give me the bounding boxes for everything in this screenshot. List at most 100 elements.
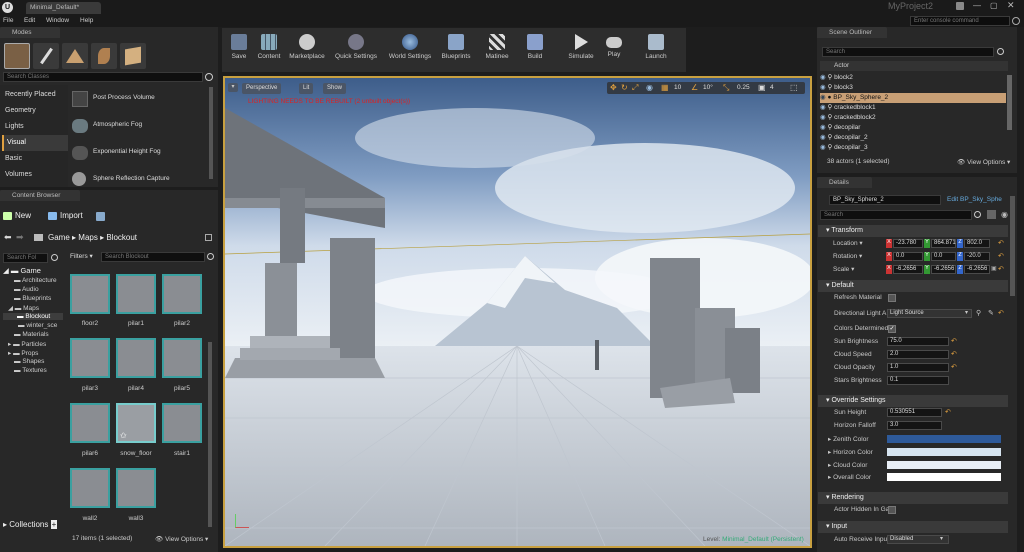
view-options-button[interactable]: 👁 View Options ▾ bbox=[155, 535, 208, 543]
location-z-field[interactable]: 802.0 bbox=[964, 239, 990, 248]
search-icon[interactable] bbox=[207, 253, 214, 260]
outliner-row-selected[interactable]: ◉ ● BP_Sky_Sphere_2 bbox=[820, 93, 1006, 103]
section-override-settings[interactable]: ▾ Override Settings bbox=[818, 395, 1008, 407]
grid-snap-value[interactable]: 10 bbox=[674, 84, 681, 91]
tree-item-maps[interactable]: ◢ ▬ Maps bbox=[8, 304, 39, 312]
tree-item-particles[interactable]: ▸ ▬ Particles bbox=[8, 340, 46, 348]
quick-settings-button[interactable]: Quick Settings bbox=[331, 30, 381, 60]
rotation-z-field[interactable]: -20.0 bbox=[964, 252, 990, 261]
asset-wall2[interactable] bbox=[70, 468, 110, 508]
scrollbar[interactable] bbox=[208, 342, 212, 527]
viewport[interactable]: ▾ Perspective Lit Show LIGHTING NEEDS TO… bbox=[223, 76, 812, 548]
scale-z-field[interactable]: -6.2656 bbox=[964, 265, 990, 274]
zenith-color-swatch[interactable] bbox=[887, 435, 1001, 443]
asset-floor2[interactable] bbox=[70, 274, 110, 314]
camera-speed-value[interactable]: 4 bbox=[770, 84, 774, 91]
search-icon[interactable] bbox=[51, 254, 58, 261]
sun-brightness-field[interactable]: 75.0 bbox=[887, 337, 949, 346]
rotation-x-field[interactable]: 0.0 bbox=[893, 252, 923, 261]
asset-pilar1[interactable] bbox=[116, 274, 156, 314]
translate-icon[interactable]: ✥ bbox=[610, 83, 617, 92]
lock-icon[interactable]: ▣ bbox=[991, 265, 997, 272]
eyedropper-icon[interactable]: ✎ bbox=[988, 309, 994, 317]
directional-light-dropdown[interactable]: Light Source bbox=[887, 309, 972, 318]
location-x-field[interactable]: -23.780 bbox=[893, 239, 923, 248]
asset-pilar2[interactable] bbox=[162, 274, 202, 314]
overall-color-swatch[interactable] bbox=[887, 473, 1001, 481]
cloud-speed-field[interactable]: 2.0 bbox=[887, 350, 949, 359]
chevron-down-icon[interactable]: ▾ bbox=[965, 309, 968, 316]
tree-item-props[interactable]: ▸ ▬ Props bbox=[8, 349, 38, 357]
rotation-snap-value[interactable]: 10° bbox=[703, 84, 713, 91]
refresh-material-checkbox[interactable] bbox=[888, 294, 896, 302]
rotation-snap-icon[interactable]: ∠ bbox=[691, 83, 698, 92]
outliner-scrollbar[interactable] bbox=[1007, 75, 1012, 130]
modes-tab[interactable]: Modes bbox=[0, 27, 60, 38]
asset-search-input[interactable]: Search Blockout bbox=[101, 252, 205, 262]
play-button[interactable]: Play bbox=[595, 30, 633, 58]
content-browser-tab[interactable]: Content Browser bbox=[0, 190, 80, 201]
mode-landscape-icon[interactable] bbox=[62, 43, 88, 69]
lit-button[interactable]: Lit bbox=[299, 83, 314, 94]
viewport-options-button[interactable]: ▾ bbox=[228, 83, 238, 92]
category-recently-placed[interactable]: Recently Placed bbox=[2, 87, 68, 103]
place-item-sphere-reflection[interactable]: Sphere Reflection Capture bbox=[70, 170, 210, 187]
asset-stair1[interactable] bbox=[162, 403, 202, 443]
notification-icon[interactable] bbox=[956, 2, 964, 10]
blueprints-button[interactable]: Blueprints bbox=[437, 30, 475, 60]
cloud-opacity-field[interactable]: 1.0 bbox=[887, 363, 949, 372]
place-item-height-fog[interactable]: Exponential Height Fog bbox=[70, 143, 210, 163]
minimize-button[interactable]: — bbox=[973, 1, 981, 10]
tree-item-architecture[interactable]: ▬ Architecture bbox=[14, 277, 57, 284]
category-geometry[interactable]: Geometry bbox=[2, 103, 68, 119]
details-scrollbar[interactable] bbox=[1010, 196, 1015, 296]
scale-icon[interactable]: ⤢ bbox=[632, 83, 638, 93]
edit-blueprint-link[interactable]: Edit BP_Sky_Sphe bbox=[947, 196, 1002, 203]
section-transform[interactable]: ▾ Transform bbox=[818, 225, 1008, 237]
console-input[interactable]: Enter console command bbox=[910, 16, 1010, 26]
object-name-field[interactable]: BP_Sky_Sphere_2 bbox=[829, 195, 941, 205]
cloud-color-swatch[interactable] bbox=[887, 461, 1001, 469]
reset-icon[interactable]: ↶ bbox=[998, 309, 1004, 317]
outliner-column-header[interactable]: Actor bbox=[820, 61, 1008, 71]
eye-icon[interactable]: ◉ bbox=[1001, 210, 1008, 219]
view-options-button[interactable]: 👁 View Options ▾ bbox=[957, 158, 1010, 166]
asset-pilar3[interactable] bbox=[70, 338, 110, 378]
tree-item-textures[interactable]: ▬ Textures bbox=[14, 367, 47, 374]
asset-pilar4[interactable] bbox=[116, 338, 156, 378]
collections-button[interactable]: ▸ Collections + bbox=[3, 520, 58, 529]
level-tab[interactable]: Minimal_Default* bbox=[26, 2, 101, 14]
add-icon[interactable]: + bbox=[50, 520, 58, 529]
mode-place-icon[interactable] bbox=[4, 43, 30, 69]
menu-file[interactable]: File bbox=[3, 17, 13, 24]
category-basic[interactable]: Basic bbox=[2, 151, 68, 167]
menu-help[interactable]: Help bbox=[80, 17, 93, 24]
perspective-button[interactable]: Perspective bbox=[242, 83, 282, 94]
build-button[interactable]: Build bbox=[516, 30, 554, 60]
location-y-field[interactable]: 864.871 bbox=[931, 239, 956, 248]
asset-pilar6[interactable] bbox=[70, 403, 110, 443]
tree-item-winter-scene[interactable]: ▬ winter_sce bbox=[18, 322, 57, 329]
lock-icon[interactable] bbox=[205, 234, 212, 241]
camera-speed-icon[interactable]: ▣ bbox=[758, 83, 766, 92]
colors-determined-checkbox[interactable]: ✓ bbox=[888, 325, 896, 333]
marketplace-button[interactable]: Marketplace bbox=[287, 30, 327, 60]
grid-view-icon[interactable] bbox=[987, 210, 996, 219]
outliner-row[interactable]: ◉ ⚲ block3 bbox=[820, 83, 1006, 93]
reset-icon[interactable]: ↶ bbox=[998, 239, 1004, 247]
reset-icon[interactable]: ↶ bbox=[951, 363, 957, 371]
chevron-down-icon[interactable]: ▾ bbox=[940, 535, 943, 542]
sun-height-field[interactable]: 0.530551 bbox=[887, 408, 942, 417]
outliner-row[interactable]: ◉ ⚲ crackedblock1 bbox=[820, 103, 1006, 113]
mode-paint-icon[interactable] bbox=[33, 43, 59, 69]
stars-brightness-field[interactable]: 0.1 bbox=[887, 376, 949, 385]
filters-button[interactable]: Filters ▾ bbox=[70, 252, 93, 260]
back-arrow-icon[interactable]: ⬅ bbox=[4, 232, 12, 243]
scale-snap-icon[interactable]: ⤡ bbox=[723, 83, 729, 93]
world-settings-button[interactable]: World Settings bbox=[387, 30, 433, 60]
asset-pilar5[interactable] bbox=[162, 338, 202, 378]
outliner-row[interactable]: ◉ ⚲ decopilar_3 bbox=[820, 143, 1006, 153]
scale-snap-value[interactable]: 0.25 bbox=[737, 84, 750, 91]
scrollbar[interactable] bbox=[209, 87, 213, 179]
reset-icon[interactable]: ↶ bbox=[951, 350, 957, 358]
